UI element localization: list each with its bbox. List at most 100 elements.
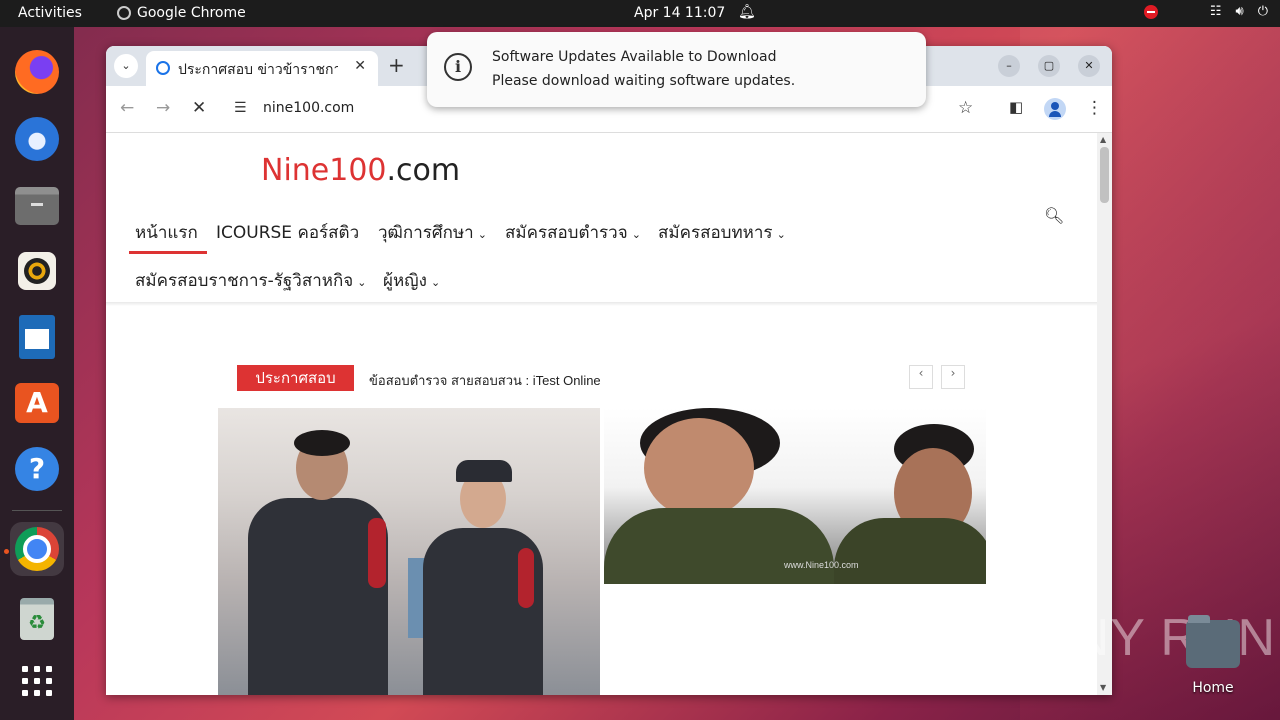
chrome-window: ⌄ ประกาศสอบ ข่าวข้าราชการ ✕ + – ▢ ✕ ← → …	[106, 46, 1112, 695]
nav-label: ผู้หญิง	[383, 271, 427, 291]
chevron-down-icon: ⌄	[477, 228, 487, 241]
thunderbird-icon	[15, 117, 59, 161]
minimize-button[interactable]: –	[998, 55, 1020, 77]
tab-title: ประกาศสอบ ข่าวข้าราชการ	[178, 62, 338, 78]
power-icon: ⏻	[1257, 4, 1268, 19]
ticker-next-icon[interactable]: ›	[941, 365, 965, 389]
dock-app-center[interactable]: A	[10, 376, 64, 430]
home-label: Home	[1192, 680, 1234, 696]
nav-label: วุฒิการศึกษา	[378, 223, 474, 243]
nav-item-police[interactable]: สมัครสอบตำรวจ ⌄	[505, 219, 641, 246]
uniform	[834, 518, 986, 584]
activities-button[interactable]: Activities	[18, 5, 82, 21]
active-underline	[129, 251, 207, 254]
desktop-home-folder[interactable]: Home	[1184, 615, 1242, 696]
nav-divider	[106, 302, 1097, 306]
dock-firefox[interactable]	[10, 45, 64, 99]
files-icon	[15, 187, 59, 225]
firefox-icon	[15, 50, 59, 94]
police-cap	[456, 460, 512, 482]
logo-main: Nine100	[261, 153, 387, 188]
nav-label: ICOURSE คอร์สติว	[216, 223, 360, 243]
image-watermark: www.Nine100.com	[784, 560, 859, 570]
dock-help[interactable]: ?	[10, 442, 64, 496]
red-cord	[518, 548, 534, 608]
app-grid-icon	[22, 666, 52, 696]
dock-trash[interactable]: ♻	[10, 592, 64, 646]
rhythmbox-icon	[18, 252, 56, 290]
system-tray[interactable]: ☷ 🔊︎ ⏻	[1143, 4, 1268, 19]
libreoffice-writer-icon	[19, 315, 55, 359]
back-arrow-icon[interactable]: ←	[120, 98, 134, 118]
clock[interactable]: Apr 14 11:07	[634, 5, 725, 21]
maximize-button[interactable]: ▢	[1038, 55, 1060, 77]
dock-libreoffice-writer[interactable]	[10, 310, 64, 364]
site-logo[interactable]: Nine100.com	[261, 153, 460, 188]
dock-files[interactable]	[10, 179, 64, 233]
url-text[interactable]: nine100.com	[263, 100, 354, 116]
menu-kebab-icon[interactable]: ⋮	[1086, 98, 1103, 118]
officer-hair	[294, 430, 350, 456]
app-name: Google Chrome	[137, 5, 246, 21]
dock-rhythmbox[interactable]	[10, 244, 64, 298]
logo-tld: .com	[386, 153, 461, 188]
nav-item-icourse[interactable]: ICOURSE คอร์สติว	[216, 219, 359, 246]
top-bar: Activities Google Chrome Apr 14 11:07 🔔︎…	[0, 0, 1280, 27]
volume-icon: 🔊︎	[1235, 4, 1244, 19]
profile-avatar-icon[interactable]	[1044, 98, 1066, 120]
nav-label: หน้าแรก	[135, 223, 198, 243]
chrome-icon	[15, 527, 59, 571]
soldier-face	[644, 418, 754, 518]
scroll-down-icon[interactable]: ▼	[1100, 683, 1106, 692]
search-icon[interactable]: 🔍︎	[1044, 206, 1064, 225]
site-info-icon[interactable]: ☰	[234, 100, 247, 116]
home-folder-icon	[1186, 615, 1240, 668]
side-panel-icon[interactable]: ◧	[1009, 98, 1023, 116]
trash-icon: ♻	[20, 598, 54, 640]
nav-item-military[interactable]: สมัครสอบทหาร ⌄	[658, 219, 786, 246]
nav-label: สมัครสอบตำรวจ	[505, 223, 628, 243]
dock-separator	[12, 510, 62, 511]
close-window-button[interactable]: ✕	[1078, 55, 1100, 77]
news-badge: ประกาศสอบ	[237, 365, 354, 391]
network-icon: ☷	[1209, 4, 1222, 19]
tab-search-button[interactable]: ⌄	[114, 54, 138, 78]
dock-chrome[interactable]	[10, 522, 64, 576]
featured-image-soldiers[interactable]: www.Nine100.com	[604, 408, 986, 584]
news-ticker-link[interactable]: ข้อสอบตำรวจ สายสอบสวน : iTest Online	[369, 370, 601, 391]
bookmark-star-icon[interactable]: ☆	[958, 98, 973, 118]
red-cord	[368, 518, 386, 588]
chrome-small-icon	[117, 6, 131, 20]
app-menu[interactable]: Google Chrome	[117, 5, 246, 21]
nav-label: สมัครสอบราชการ-รัฐวิสาหกิจ	[135, 271, 354, 291]
dock: A ? ♻	[0, 27, 74, 720]
scrollbar-thumb[interactable]	[1100, 147, 1109, 203]
notification-body: Please download waiting software updates…	[492, 73, 796, 89]
forward-arrow-icon[interactable]: →	[156, 98, 170, 118]
bell-icon: 🔔︎	[738, 4, 756, 20]
loading-favicon-icon	[156, 61, 170, 75]
nav-item-women[interactable]: ผู้หญิง ⌄	[383, 267, 440, 294]
info-icon: i	[444, 53, 472, 81]
ticker-prev-icon[interactable]: ‹	[909, 365, 933, 389]
stop-loading-icon[interactable]: ✕	[192, 98, 206, 118]
nav-item-education[interactable]: วุฒิการศึกษา ⌄	[378, 219, 487, 246]
update-notification[interactable]: i Software Updates Available to Download…	[427, 32, 926, 107]
nav-item-home[interactable]: หน้าแรก	[129, 219, 207, 254]
new-tab-button[interactable]: +	[388, 54, 405, 76]
uniform	[604, 508, 834, 584]
nav-label: สมัครสอบทหาร	[658, 223, 773, 243]
scroll-up-icon[interactable]: ▲	[1100, 135, 1106, 144]
featured-image-police[interactable]	[218, 408, 600, 695]
web-page: Nine100.com หน้าแรก ICOURSE คอร์สติว วุฒ…	[106, 133, 1097, 695]
chevron-down-icon: ⌄	[631, 228, 641, 241]
nav-item-government[interactable]: สมัครสอบราชการ-รัฐวิสาหกิจ ⌄	[135, 267, 366, 294]
tab-active[interactable]: ประกาศสอบ ข่าวข้าราชการ ✕	[146, 51, 378, 86]
chevron-down-icon: ⌄	[776, 228, 786, 241]
close-tab-icon[interactable]: ✕	[354, 58, 366, 74]
officer-figure	[248, 498, 388, 695]
dock-thunderbird[interactable]	[10, 112, 64, 166]
do-not-disturb-icon	[1143, 4, 1158, 19]
chevron-down-icon: ⌄	[357, 276, 367, 289]
dock-app-grid[interactable]	[10, 654, 64, 708]
